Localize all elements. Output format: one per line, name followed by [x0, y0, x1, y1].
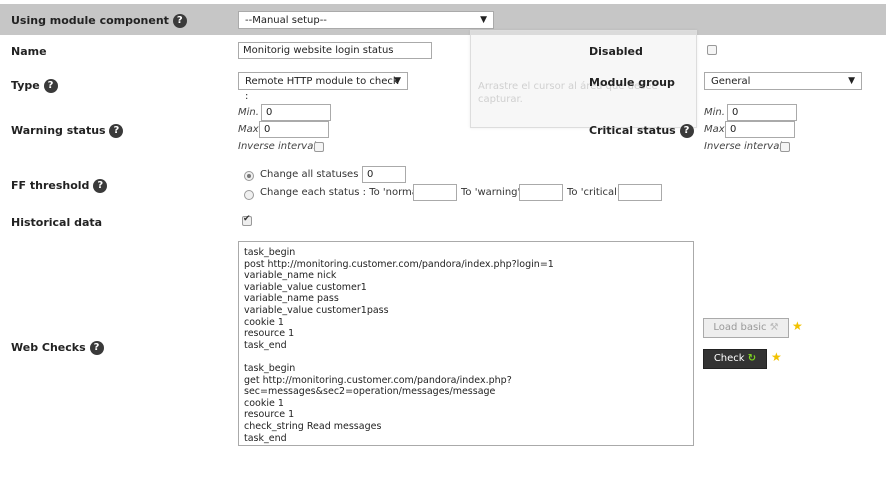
type-select[interactable]: Remote HTTP module to check : ▼: [238, 72, 408, 102]
warning-max-input[interactable]: 0: [259, 121, 329, 138]
checkmark-icon: ✔: [243, 214, 251, 224]
chevron-down-icon: ▼: [394, 76, 401, 86]
ff-change-all-label: Change all statuses :: [260, 169, 365, 180]
module-group-select[interactable]: General ▼: [704, 72, 862, 90]
critical-min-label: Min.: [704, 107, 725, 118]
web-checks-textarea[interactable]: task_begin post http://monitoring.custom…: [238, 241, 694, 446]
historical-data-label: Historical data: [11, 216, 103, 229]
critical-inverse-checkbox[interactable]: [780, 142, 790, 152]
type-label: Type ?: [11, 79, 58, 93]
module-group-label: Module group: [589, 76, 675, 89]
help-icon[interactable]: ?: [172, 14, 187, 28]
critical-status-label: Critical status ?: [589, 124, 694, 138]
ff-change-each-radio[interactable]: [244, 190, 254, 200]
help-icon[interactable]: ?: [43, 79, 58, 93]
warning-status-label: Warning status ?: [11, 124, 124, 138]
ff-threshold-label: FF threshold ?: [11, 179, 108, 193]
warning-inverse-label: Inverse interval: [238, 141, 317, 152]
disabled-checkbox[interactable]: [707, 45, 717, 55]
help-icon[interactable]: ?: [679, 124, 694, 138]
chevron-down-icon: ▼: [848, 76, 855, 86]
critical-min-input[interactable]: 0: [727, 104, 797, 121]
critical-inverse-label: Inverse interval: [704, 141, 783, 152]
ff-critical-input[interactable]: [618, 184, 662, 201]
module-component-select[interactable]: --Manual setup-- ▼: [238, 11, 494, 29]
wrench-icon: ⚒: [769, 322, 779, 333]
star-icon: ★: [792, 319, 803, 333]
load-basic-button[interactable]: Load basic ⚒: [703, 318, 789, 338]
help-icon[interactable]: ?: [89, 341, 104, 355]
warning-min-label: Min.: [238, 107, 259, 118]
ff-to-critical-label: To 'critical': [567, 187, 620, 198]
ff-warning-input[interactable]: [519, 184, 563, 201]
ff-to-warning-label: To 'warning': [461, 187, 521, 198]
web-checks-label: Web Checks ?: [11, 341, 104, 355]
critical-max-input[interactable]: 0: [725, 121, 795, 138]
disabled-label: Disabled: [589, 45, 643, 58]
name-input[interactable]: Monitorig website login status: [238, 42, 432, 59]
help-icon[interactable]: ?: [93, 179, 108, 193]
refresh-icon: ↻: [747, 353, 757, 364]
chevron-down-icon: ▼: [480, 15, 487, 25]
ff-normal-input[interactable]: [413, 184, 457, 201]
star-icon: ★: [771, 350, 782, 364]
warning-inverse-checkbox[interactable]: [314, 142, 324, 152]
ff-all-input[interactable]: 0: [362, 166, 406, 183]
check-button[interactable]: Check ↻: [703, 349, 767, 369]
help-icon[interactable]: ?: [109, 124, 124, 138]
module-component-label: Using module component ?: [11, 14, 187, 28]
ff-change-all-radio[interactable]: [244, 171, 254, 181]
warning-min-input[interactable]: 0: [261, 104, 331, 121]
ff-change-each-label: Change each status : To 'normal': [260, 187, 424, 198]
name-label: Name: [11, 45, 47, 58]
historical-data-checkbox[interactable]: ✔: [242, 214, 252, 226]
